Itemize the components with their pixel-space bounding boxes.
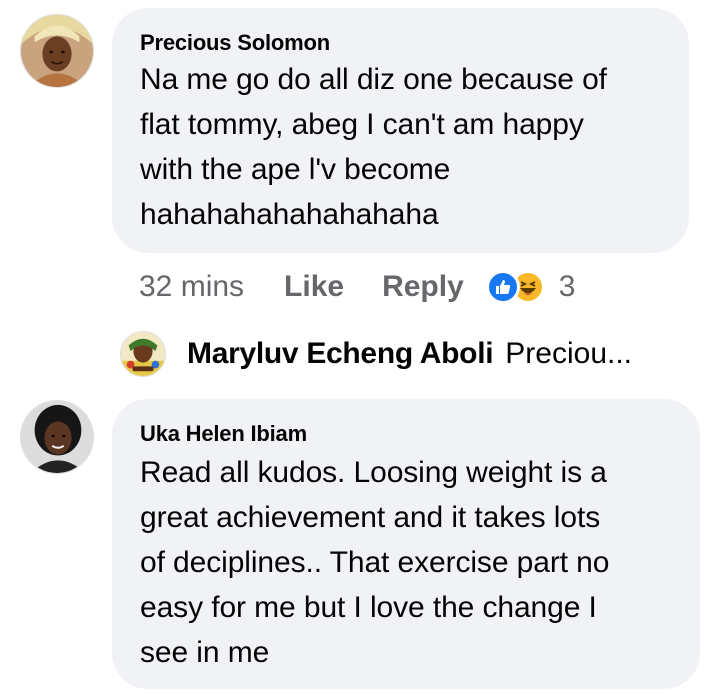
- comment-line: with the ape l'v become: [140, 153, 451, 186]
- comments-thread: Precious Solomon Na me go do all diz one…: [0, 0, 720, 692]
- reaction-count: 3: [558, 270, 576, 303]
- comment-line: Na me go do all diz one because of: [140, 63, 607, 96]
- comment-line: easy for me but I love the change I: [140, 591, 597, 624]
- profile-photo-icon: [21, 15, 93, 87]
- comment-actions: 32 mins Like Reply 3: [139, 270, 575, 304]
- like-button[interactable]: Like: [284, 270, 344, 304]
- avatar[interactable]: [20, 400, 94, 474]
- reply-preview[interactable]: Maryluv Echeng Aboli Preciou...: [187, 337, 632, 371]
- avatar[interactable]: [20, 14, 94, 88]
- comment-timestamp[interactable]: 32 mins: [139, 270, 244, 304]
- comment-line: see in me: [140, 636, 270, 669]
- reply-snippet[interactable]: Preciou...: [505, 337, 632, 371]
- reply-author[interactable]: Maryluv Echeng Aboli: [187, 337, 494, 371]
- comment-author[interactable]: Precious Solomon: [140, 30, 330, 56]
- comment-line: great achievement and it takes lots: [140, 501, 601, 534]
- comment-line: Read all kudos. Loosing weight is a: [140, 456, 607, 489]
- comment-text: Na me go do all diz one because of flat …: [140, 57, 607, 237]
- comment-line: of deciplines.. That exercise part no: [140, 546, 610, 579]
- comment-line: flat tommy, abeg I can't am happy: [140, 108, 584, 141]
- reply-button[interactable]: Reply: [382, 270, 464, 304]
- like-icon: [485, 270, 520, 304]
- reactions-summary[interactable]: 3: [485, 270, 576, 304]
- comment-author[interactable]: Uka Helen Ibiam: [140, 421, 307, 447]
- comment-text: Read all kudos. Loosing weight is a grea…: [140, 450, 609, 675]
- comment-line: hahahahahahahahaha: [140, 198, 439, 231]
- reply-avatar[interactable]: [120, 331, 166, 377]
- profile-photo-icon: [121, 332, 165, 376]
- profile-photo-icon: [21, 401, 93, 473]
